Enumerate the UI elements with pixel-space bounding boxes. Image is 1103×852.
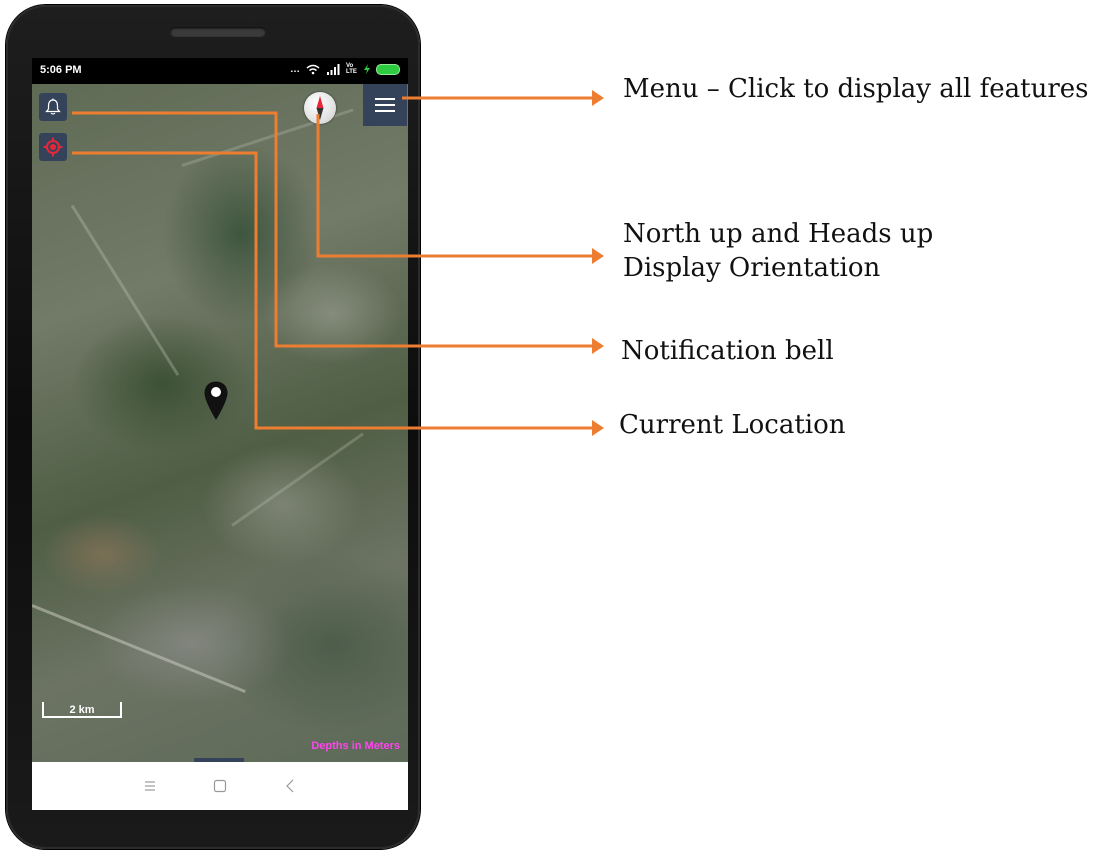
orientation-callout-arrow bbox=[592, 248, 604, 264]
orientation-annotation-line2: Display Orientation bbox=[623, 253, 881, 283]
orientation-annotation-line1: North up and Heads up bbox=[623, 219, 934, 249]
orientation-callout-line bbox=[316, 114, 592, 258]
menu-annotation: Menu – Click to display all features bbox=[623, 74, 1089, 104]
location-callout-line bbox=[72, 151, 592, 430]
location-callout-arrow bbox=[592, 420, 604, 436]
menu-callout-arrow bbox=[592, 90, 604, 106]
notification-callout-arrow bbox=[592, 338, 604, 354]
notification-callout-line bbox=[72, 111, 592, 348]
notification-annotation: Notification bell bbox=[621, 336, 834, 366]
location-annotation: Current Location bbox=[619, 410, 846, 440]
callout-lines bbox=[72, 90, 604, 436]
